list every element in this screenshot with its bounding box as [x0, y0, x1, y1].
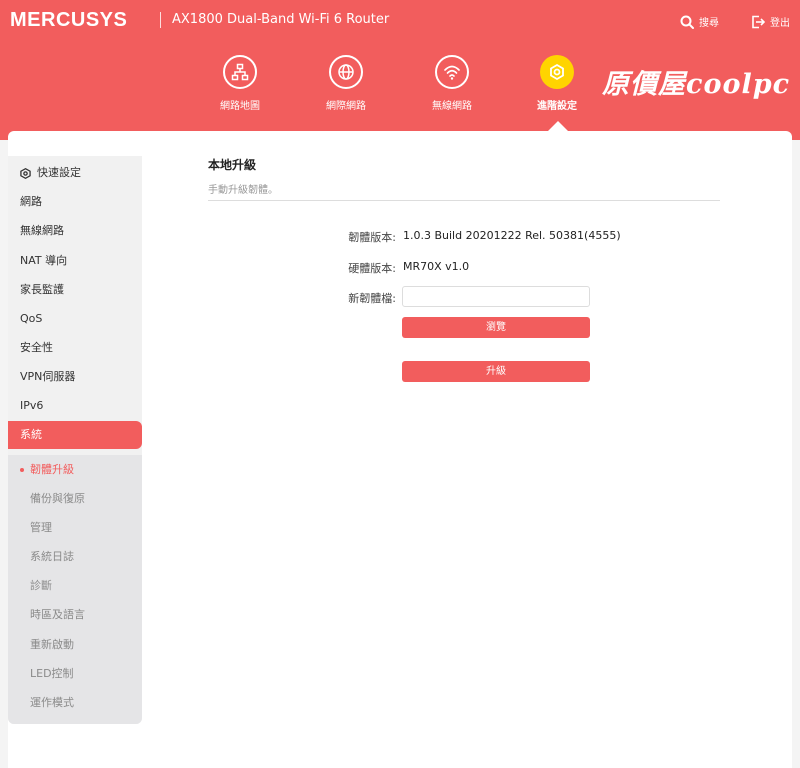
logout-label: 登出: [770, 18, 790, 29]
sidebar-item-nat[interactable]: NAT 導向: [8, 247, 142, 275]
sidebar-item-ipv6[interactable]: IPv6: [8, 392, 142, 420]
sidebar-item-quick-setup[interactable]: 快速設定: [8, 159, 142, 187]
browse-button[interactable]: 瀏覽: [402, 317, 590, 338]
new-firmware-file-input[interactable]: [402, 286, 590, 307]
wifi-icon: [435, 55, 469, 89]
sidebar-sub-time-language[interactable]: 時區及語言: [8, 601, 142, 629]
sidebar-sub-system-log[interactable]: 系統日誌: [8, 543, 142, 571]
sidebar-sub-label: 韌體升級: [30, 463, 74, 476]
nav-label: 進階設定: [537, 101, 577, 112]
sidebar: 快速設定 網路 無線網路 NAT 導向 家長監護 QoS 安全性 VPN伺服器 …: [8, 156, 142, 724]
sidebar-item-network[interactable]: 網路: [8, 188, 142, 216]
firmware-version-value: 1.0.3 Build 20201222 Rel. 50381(4555): [403, 229, 621, 242]
watermark-logo: 原價屋coolpc: [602, 69, 791, 100]
upgrade-button[interactable]: 升級: [402, 361, 590, 382]
sidebar-item-vpn[interactable]: VPN伺服器: [8, 363, 142, 391]
sidebar-item-security[interactable]: 安全性: [8, 334, 142, 362]
system-submenu: 韌體升級 備份與復原 管理 系統日誌 診斷 時區及語言 重新啟動 LED控制 運…: [8, 455, 142, 724]
nav-network-map[interactable]: 網路地圖: [190, 55, 290, 112]
brand-logo: MERCUSYS: [10, 9, 128, 31]
logout-icon: [752, 15, 765, 28]
active-nav-caret: [548, 121, 568, 131]
nav-label: 網路地圖: [220, 101, 260, 112]
hardware-version-label: 硬體版本:: [348, 262, 396, 275]
brand-separator: [160, 12, 161, 28]
section-divider: [208, 200, 720, 201]
sidebar-sub-reboot[interactable]: 重新啟動: [8, 631, 142, 659]
page-title: 本地升級: [208, 158, 257, 172]
nav-label: 網際網路: [326, 101, 366, 112]
sidebar-sub-led[interactable]: LED控制: [8, 660, 142, 688]
network-map-icon: [223, 55, 257, 89]
sidebar-item-qos[interactable]: QoS: [8, 305, 142, 333]
sidebar-item-system[interactable]: 系統: [8, 421, 142, 449]
sidebar-sub-operation-mode[interactable]: 運作模式: [8, 689, 142, 717]
page-description: 手動升級韌體。: [208, 185, 278, 196]
nav-internet[interactable]: 網際網路: [296, 55, 396, 112]
sidebar-sub-admin[interactable]: 管理: [8, 514, 142, 542]
nav-label: 無線網路: [432, 101, 472, 112]
sidebar-sub-backup-restore[interactable]: 備份與復原: [8, 485, 142, 513]
search-icon: [680, 15, 694, 29]
sidebar-item-parental[interactable]: 家長監護: [8, 276, 142, 304]
search-label: 搜尋: [699, 18, 719, 29]
new-firmware-label: 新韌體檔:: [348, 292, 396, 305]
hardware-version-value: MR70X v1.0: [403, 260, 470, 273]
firmware-version-label: 韌體版本:: [348, 231, 396, 244]
nav-wireless[interactable]: 無線網路: [402, 55, 502, 112]
search-button[interactable]: 搜尋: [680, 14, 719, 29]
logout-button[interactable]: 登出: [751, 14, 790, 29]
gear-icon: [540, 55, 574, 89]
sidebar-item-wireless[interactable]: 無線網路: [8, 217, 142, 245]
globe-icon: [329, 55, 363, 89]
sidebar-sub-firmware-upgrade[interactable]: 韌體升級: [8, 456, 142, 484]
top-header: MERCUSYS AX1800 Dual-Band Wi-Fi 6 Router…: [0, 0, 800, 140]
quick-setup-icon: [20, 167, 31, 179]
model-name: AX1800 Dual-Band Wi-Fi 6 Router: [172, 12, 390, 27]
nav-advanced[interactable]: 進階設定: [507, 55, 607, 112]
sidebar-item-label: 快速設定: [37, 166, 81, 179]
sidebar-sub-diagnostics[interactable]: 診斷: [8, 572, 142, 600]
